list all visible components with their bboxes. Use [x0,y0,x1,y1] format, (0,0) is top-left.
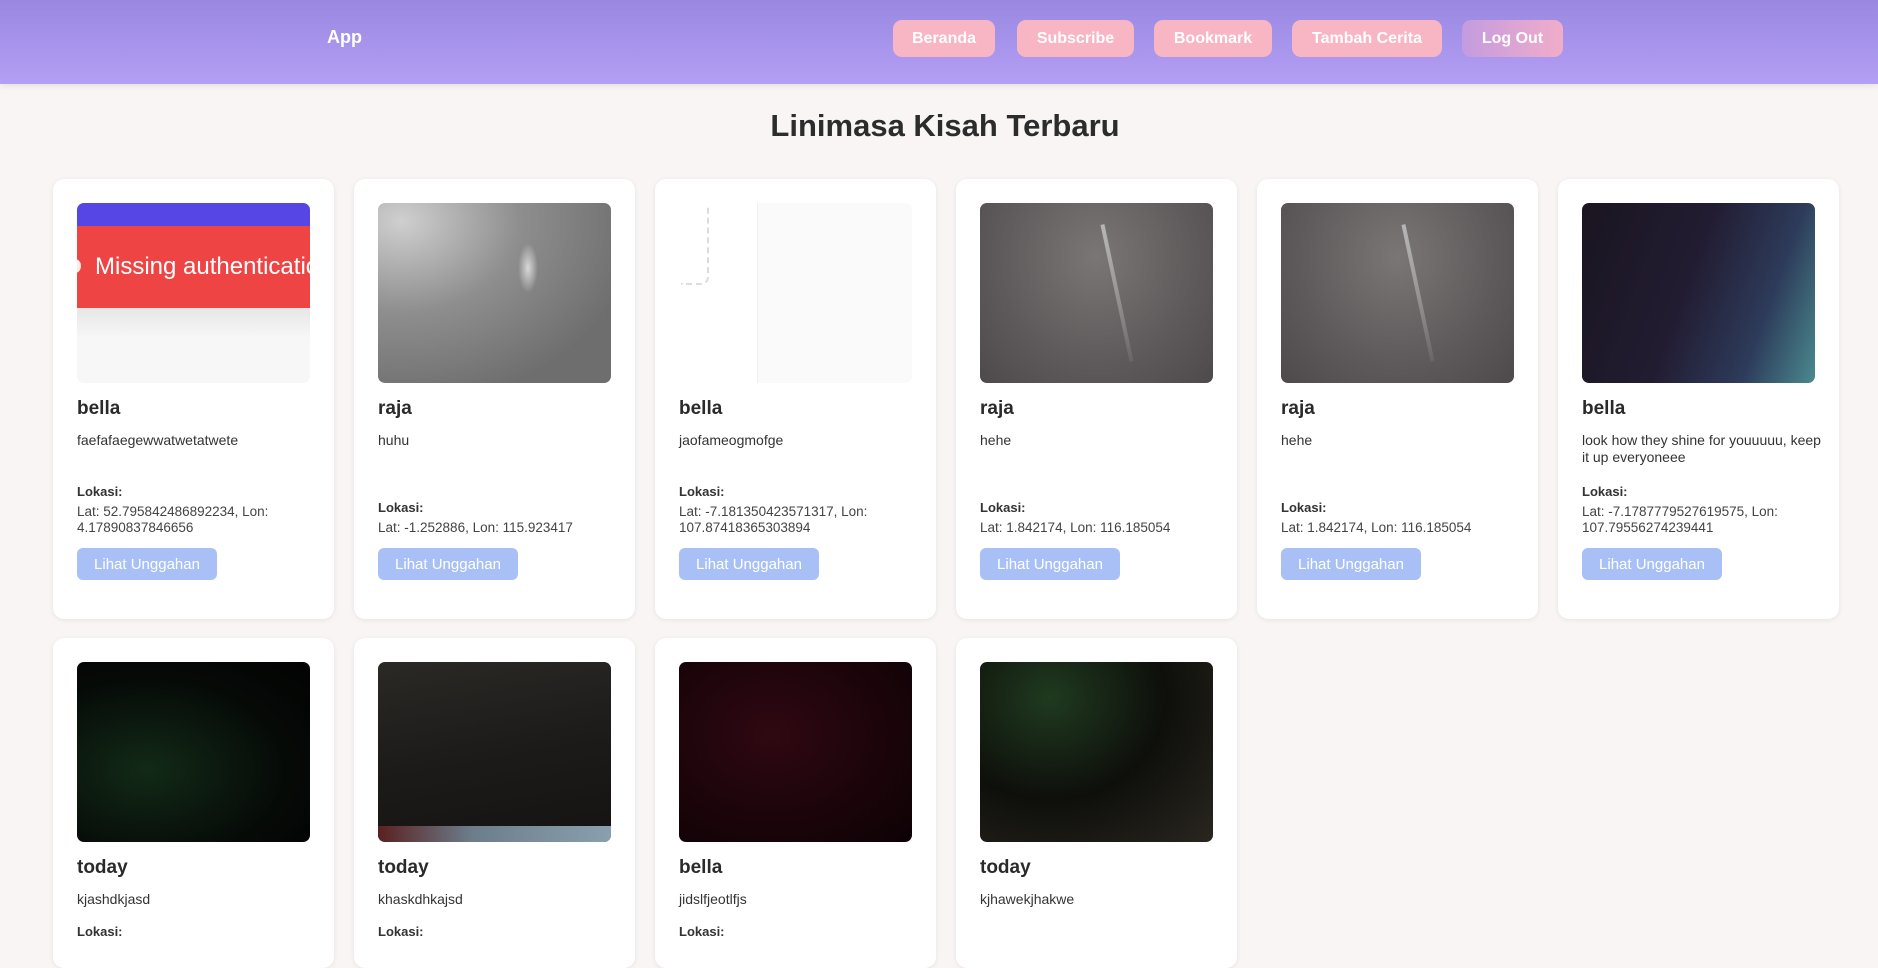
location-label: Lokasi: [77,924,123,939]
location-value: Lat: -7.181350423571317, Lon: 107.874183… [679,504,868,535]
story-image[interactable] [980,662,1213,842]
story-author: bella [679,398,723,419]
story-image[interactable] [1281,203,1514,383]
location-label: Lokasi: [1582,484,1628,499]
view-post-button[interactable]: Lihat Unggahan [980,548,1120,580]
nav-tambah-cerita-button[interactable]: Tambah Cerita [1292,20,1442,57]
app-header: App Beranda Subscribe Bookmark Tambah Ce… [0,0,1878,84]
page-title: Linimasa Kisah Terbaru [770,108,1120,143]
story-description: look how they shine for youuuuu, keep it… [1582,432,1821,465]
story-author: today [77,857,128,878]
story-description: faefafaegewwatwetatwete [77,432,239,448]
location-label: Lokasi: [378,500,424,515]
story-description: kjhawekjhakwe [980,891,1075,907]
image-error-text: Missing authenticatio [77,226,310,308]
story-description: kjashdkjasd [77,891,151,907]
image-placeholder-outline [681,205,709,285]
location-value: Lat: -7.1787779527619575, Lon: 107.79556… [1582,504,1778,535]
location-label: Lokasi: [1281,500,1327,515]
image-divider [757,203,758,383]
location-label: Lokasi: [77,484,123,499]
image-header-bar [77,203,310,226]
story-author: raja [1281,398,1315,419]
story-description: hehe [1281,432,1313,448]
location-label: Lokasi: [378,924,424,939]
story-author: bella [679,857,723,878]
story-card: bella jidslfjeotlfjs Lokasi: [655,638,936,968]
story-card: bella look how they shine for youuuuu, k… [1558,179,1839,619]
location-label: Lokasi: [980,500,1026,515]
story-description: jaofameogmofge [679,432,784,448]
story-card: raja huhu Lokasi: Lat: -1.252886, Lon: 1… [354,179,635,619]
story-author: raja [378,398,412,419]
app-brand[interactable]: App [327,27,362,48]
view-post-button[interactable]: Lihat Unggahan [77,548,217,580]
story-description: hehe [980,432,1012,448]
location-value: Lat: 52.795842486892234, Lon: 4.17890837… [77,504,269,535]
nav-bookmark-button[interactable]: Bookmark [1154,20,1272,57]
story-image[interactable] [980,203,1213,383]
story-card: raja hehe Lokasi: Lat: 1.842174, Lon: 11… [1257,179,1538,619]
story-card: bella jaofameogmofge Lokasi: Lat: -7.181… [655,179,936,619]
image-fade [77,308,310,338]
story-image[interactable] [679,203,912,383]
nav-logout-button[interactable]: Log Out [1462,20,1563,57]
location-value: Lat: -1.252886, Lon: 115.923417 [378,520,573,535]
story-card: today khaskdhkajsd Lokasi: [354,638,635,968]
story-image[interactable] [378,662,611,842]
story-author: bella [77,398,121,419]
story-author: today [378,857,429,878]
story-author: bella [1582,398,1626,419]
location-label: Lokasi: [679,924,725,939]
story-card: Missing authenticatio bella faefafaegeww… [53,179,334,619]
view-post-button[interactable]: Lihat Unggahan [378,548,518,580]
story-image[interactable]: Missing authenticatio [77,203,310,383]
story-image[interactable] [77,662,310,842]
story-description: huhu [378,432,410,448]
view-post-button[interactable]: Lihat Unggahan [1582,548,1722,580]
nav-subscribe-button[interactable]: Subscribe [1017,20,1134,57]
location-label: Lokasi: [679,484,725,499]
story-card: today kjashdkjasd Lokasi: [53,638,334,968]
story-card: today kjhawekjhakwe [956,638,1237,968]
location-value: Lat: 1.842174, Lon: 116.185054 [980,520,1171,535]
story-description: jidslfjeotlfjs [679,891,747,907]
story-description: khaskdhkajsd [378,891,463,907]
view-post-button[interactable]: Lihat Unggahan [679,548,819,580]
story-image[interactable] [1582,203,1815,383]
nav-beranda-button[interactable]: Beranda [893,20,995,57]
location-value: Lat: 1.842174, Lon: 116.185054 [1281,520,1472,535]
story-author: today [980,857,1031,878]
story-image[interactable] [679,662,912,842]
story-author: raja [980,398,1014,419]
story-card: raja hehe Lokasi: Lat: 1.842174, Lon: 11… [956,179,1237,619]
story-image[interactable] [378,203,611,383]
view-post-button[interactable]: Lihat Unggahan [1281,548,1421,580]
